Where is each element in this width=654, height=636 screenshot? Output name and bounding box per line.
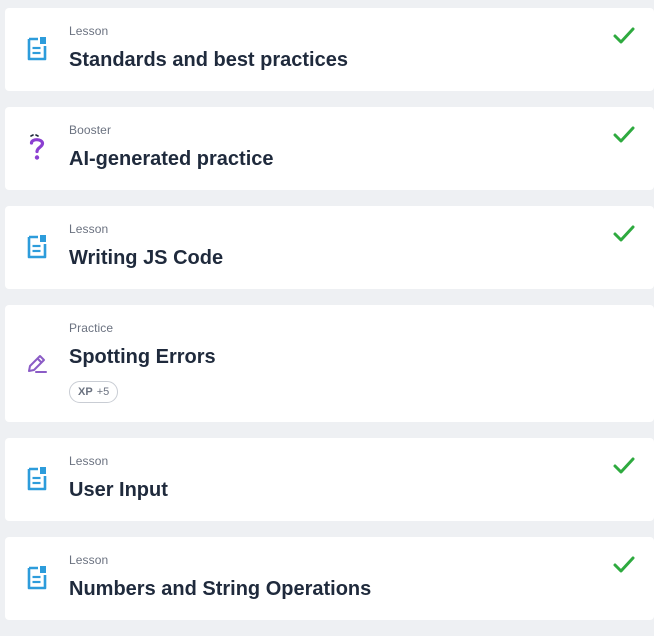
item-title: User Input xyxy=(69,479,168,501)
item-type-label: Lesson xyxy=(69,553,109,567)
item-title: AI-generated practice xyxy=(69,148,274,170)
checkmark-icon xyxy=(612,555,636,575)
item-title: Writing JS Code xyxy=(69,247,224,269)
list-item-standards-best-practices[interactable]: Lesson Standards and best practices xyxy=(5,8,654,91)
list-item-user-input[interactable]: Lesson User Input xyxy=(5,438,654,521)
question-mark-icon xyxy=(25,134,49,162)
item-type-label: Booster xyxy=(69,123,112,137)
checkmark-icon xyxy=(612,456,636,476)
list-item-writing-js-code[interactable]: Lesson Writing JS Code xyxy=(5,206,654,289)
item-type-label: Lesson xyxy=(69,222,109,236)
list-item-spotting-errors[interactable]: Practice Spotting Errors XP +5 xyxy=(5,305,654,422)
xp-label: XP xyxy=(78,386,93,398)
item-type-label: Practice xyxy=(69,321,114,335)
list-item-numbers-string-operations[interactable]: Lesson Numbers and String Operations xyxy=(5,537,654,620)
lesson-document-icon xyxy=(25,465,49,493)
item-title: Spotting Errors xyxy=(69,346,216,368)
list-item-ai-generated-practice[interactable]: Booster AI-generated practice xyxy=(5,107,654,190)
item-title: Standards and best practices xyxy=(69,49,348,71)
checkmark-icon xyxy=(612,125,636,145)
checkmark-icon xyxy=(612,26,636,46)
lesson-list: Lesson Standards and best practices Boos… xyxy=(5,8,654,636)
lesson-document-icon xyxy=(25,35,49,63)
pencil-icon xyxy=(25,349,49,377)
item-type-label: Lesson xyxy=(69,454,109,468)
item-title: Numbers and String Operations xyxy=(69,578,372,600)
xp-badge: XP +5 xyxy=(69,381,119,403)
xp-value: +5 xyxy=(96,386,110,398)
item-type-label: Lesson xyxy=(69,24,109,38)
lesson-document-icon xyxy=(25,233,49,261)
checkmark-icon xyxy=(612,224,636,244)
